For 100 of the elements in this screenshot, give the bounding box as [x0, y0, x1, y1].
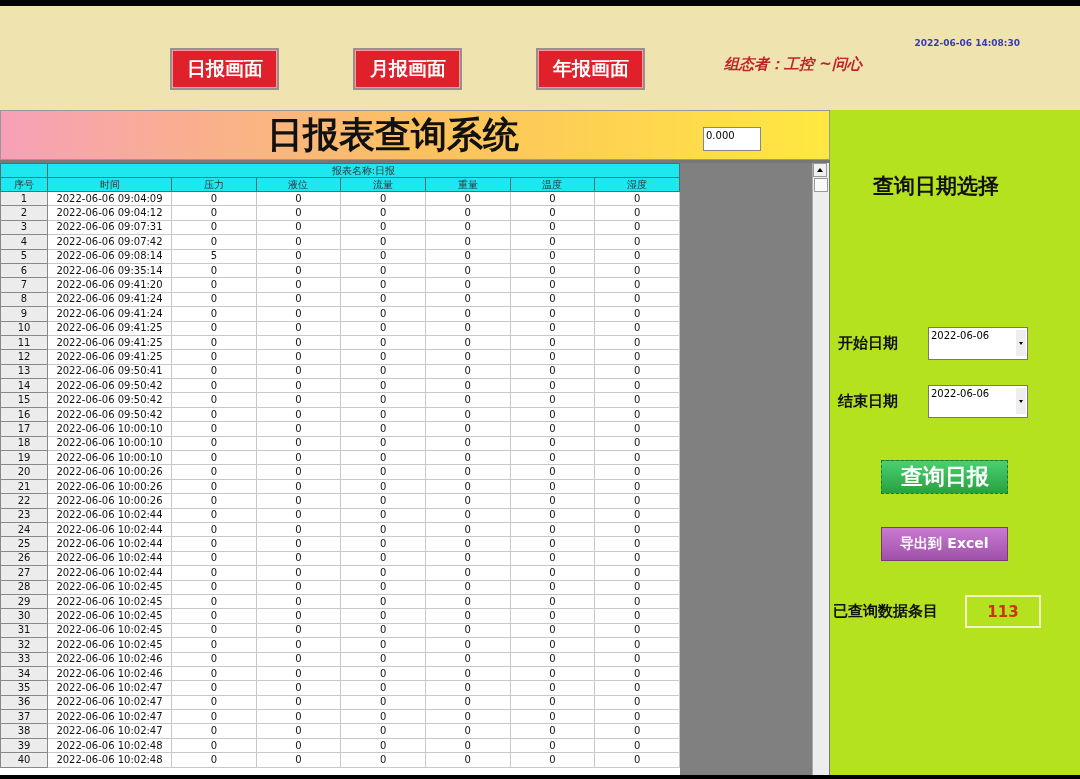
table-cell: 0 [340, 752, 426, 768]
table-cell: 0 [594, 752, 680, 768]
table-cell: 0 [171, 407, 257, 422]
table-cell: 0 [425, 536, 511, 552]
table-cell: 0 [171, 565, 257, 581]
table-cell: 0 [510, 695, 595, 710]
table-cell: 0 [256, 536, 341, 552]
table-cell: 0 [171, 335, 257, 350]
value-field[interactable]: 0.000 [703, 127, 761, 151]
table-cell: 0 [425, 580, 511, 595]
table-cell: 0 [171, 536, 257, 552]
table-cell: 0 [171, 508, 257, 523]
table-cell: 0 [510, 637, 595, 652]
table-cell: 2022-06-06 10:02:47 [47, 723, 172, 739]
table-cell: 0 [256, 738, 341, 753]
table-cell: 0 [171, 205, 257, 221]
table-cell: 0 [171, 652, 257, 667]
table-cell: 0 [510, 623, 595, 638]
export-button[interactable]: 导出到 Excel [881, 527, 1008, 561]
table-cell: 0 [594, 536, 680, 552]
table-cell: 0 [171, 637, 257, 652]
table-cell: 0 [510, 580, 595, 595]
nav-button[interactable]: 日报画面 [170, 48, 279, 90]
table-cell: 0 [594, 608, 680, 624]
table-cell: 0 [256, 522, 341, 537]
table-cell: 0 [510, 565, 595, 581]
table-cell: 0 [340, 321, 426, 336]
table-cell: 2022-06-06 10:02:47 [47, 680, 172, 696]
table-cell: 0 [510, 522, 595, 537]
table-cell: 2022-06-06 10:00:26 [47, 479, 172, 494]
table-cell: 2022-06-06 10:02:48 [47, 738, 172, 753]
table-cell: 0 [171, 306, 257, 321]
table-cell: 0 [171, 421, 257, 437]
table-cell: 0 [510, 738, 595, 753]
table-cell: 0 [256, 364, 341, 379]
table-cell: 0 [171, 464, 257, 480]
table-cell: 0 [594, 464, 680, 480]
table-cell: 0 [425, 695, 511, 710]
table-cell: 0 [594, 580, 680, 595]
table-cell: 0 [340, 580, 426, 595]
table-cell: 2022-06-06 09:50:41 [47, 364, 172, 379]
date-dropdown[interactable]: 2022-06-06 [928, 385, 1028, 418]
table-cell: 0 [510, 450, 595, 465]
table-cell: 0 [256, 695, 341, 710]
table-cell: 0 [171, 594, 257, 609]
table-cell: 0 [510, 436, 595, 451]
table-cell: 0 [594, 392, 680, 408]
table-cell: 2022-06-06 09:50:42 [47, 392, 172, 408]
table-cell: 0 [510, 277, 595, 293]
table-cell: 0 [425, 493, 511, 509]
table-cell: 0 [594, 263, 680, 278]
table-cell: 0 [425, 205, 511, 221]
table-cell: 0 [171, 234, 257, 250]
table-cell: 0 [171, 321, 257, 336]
table-cell: 0 [594, 723, 680, 739]
table-cell: 0 [594, 335, 680, 350]
table-cell: 0 [425, 637, 511, 652]
table-cell: 0 [256, 594, 341, 609]
table-cell: 2022-06-06 10:00:26 [47, 493, 172, 509]
table-cell: 0 [340, 392, 426, 408]
table-cell: 0 [256, 378, 341, 393]
count-label: 已查询数据条目 [833, 602, 939, 621]
table-cell: 0 [425, 565, 511, 581]
table-cell: 0 [510, 479, 595, 494]
table-cell: 2022-06-06 10:02:45 [47, 580, 172, 595]
query-button[interactable]: 查询日报 [881, 460, 1008, 494]
table-cell: 2022-06-06 10:02:44 [47, 508, 172, 523]
table-cell: 0 [425, 436, 511, 451]
scroll-up-icon[interactable] [813, 163, 827, 177]
table-cell: 0 [425, 407, 511, 422]
table-cell: 0 [171, 738, 257, 753]
table-cell: 0 [340, 536, 426, 552]
table-cell: 2022-06-06 10:02:44 [47, 522, 172, 537]
table-cell: 0 [256, 306, 341, 321]
table-cell: 0 [510, 594, 595, 609]
table-cell: 2022-06-06 09:41:25 [47, 349, 172, 365]
table-cell: 0 [256, 464, 341, 480]
table-cell: 0 [425, 551, 511, 566]
table-cell: 0 [594, 450, 680, 465]
nav-button[interactable]: 年报画面 [536, 48, 645, 90]
table-cell: 0 [340, 277, 426, 293]
table-cell: 0 [594, 695, 680, 710]
nav-button[interactable]: 月报画面 [353, 48, 462, 90]
table-cell: 2022-06-06 09:07:42 [47, 234, 172, 250]
table-cell: 0 [594, 666, 680, 681]
table-cell: 0 [594, 364, 680, 379]
scroll-thumb[interactable] [814, 178, 828, 192]
table-cell: 2022-06-06 10:02:45 [47, 608, 172, 624]
table-cell: 0 [340, 220, 426, 235]
table-cell: 2022-06-06 09:41:24 [47, 292, 172, 307]
table-cell: 0 [594, 249, 680, 264]
table-cell: 0 [594, 378, 680, 393]
table-cell: 0 [171, 493, 257, 509]
table-cell: 0 [594, 191, 680, 206]
date-dropdown[interactable]: 2022-06-06 [928, 327, 1028, 360]
table-cell: 2022-06-06 09:04:12 [47, 205, 172, 221]
table-cell: 0 [256, 680, 341, 696]
table-cell: 2022-06-06 09:41:24 [47, 306, 172, 321]
table-cell: 0 [256, 335, 341, 350]
scrollbar[interactable] [812, 163, 829, 775]
